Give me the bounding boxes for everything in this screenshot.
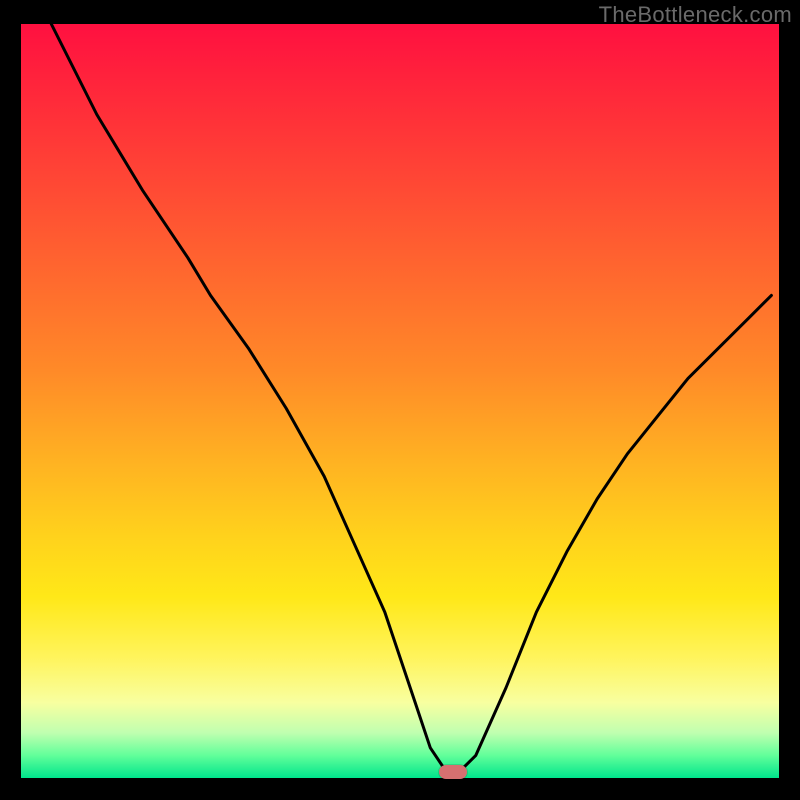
plot-area (21, 24, 779, 778)
watermark-text: TheBottleneck.com (599, 2, 792, 28)
chart-frame: TheBottleneck.com (0, 0, 800, 800)
bottleneck-curve (21, 24, 779, 778)
optimum-marker (439, 765, 467, 779)
